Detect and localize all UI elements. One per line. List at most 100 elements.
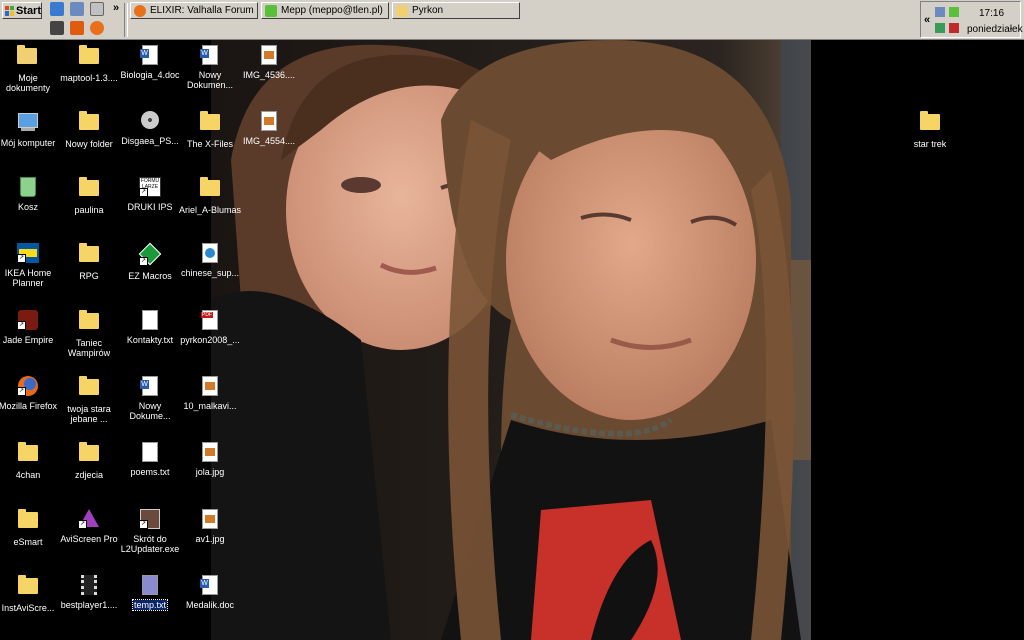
folder-4chan[interactable]: 4chan <box>0 442 61 480</box>
antivirus-icon[interactable] <box>949 23 959 33</box>
biologia-doc-file[interactable]: W Biologia_4.doc <box>117 45 183 80</box>
folder-icon <box>920 111 940 130</box>
tlen-messenger-icon <box>265 4 277 17</box>
word-document-icon: W <box>199 575 221 595</box>
torrent-icon[interactable] <box>70 21 84 35</box>
word-document-icon: W <box>139 45 161 65</box>
disc-image-icon <box>139 111 161 131</box>
av1-jpg-file[interactable]: av1.jpg <box>177 509 243 544</box>
taskbar-window-mepp[interactable]: Mepp (meppo@tlen.pl) <box>261 2 389 19</box>
jola-jpg-file[interactable]: jola.jpg <box>177 442 243 477</box>
folder-icon <box>79 310 99 329</box>
folder-icon <box>79 376 99 395</box>
image-file-icon <box>258 45 280 65</box>
text-file-icon <box>139 575 161 595</box>
folder-icon <box>79 45 99 64</box>
clock-time[interactable]: 17:16 <box>979 8 1004 19</box>
recycle-bin-shortcut[interactable]: Kosz <box>0 177 61 212</box>
text-file-icon <box>139 442 161 462</box>
temp-txt-file[interactable]: temp.txt <box>117 575 183 611</box>
folder-nowy-folder[interactable]: Nowy folder <box>56 111 122 149</box>
bestplayer-file[interactable]: bestplayer1.... <box>56 575 122 610</box>
my-documents-icon <box>17 45 37 64</box>
mozilla-firefox-shortcut[interactable]: ↗ Mozilla Firefox <box>0 376 61 411</box>
start-label: Start <box>15 4 41 17</box>
folder-esmart[interactable]: eSmart <box>0 509 61 547</box>
img-4554-file[interactable]: IMG_4554.... <box>236 111 302 146</box>
ez-macros-icon: ↗ <box>138 242 162 266</box>
browser-icon[interactable] <box>50 2 64 16</box>
image-file-icon <box>199 442 221 462</box>
taskbar-window-elixir[interactable]: ELIXIR: Valhalla Forum :: ... <box>130 2 258 19</box>
folder-ariel[interactable]: Ariel_A-Blumas <box>177 177 243 215</box>
image-file-icon <box>199 376 221 396</box>
folder-twoja-stara[interactable]: twoja stara jebane ... <box>56 376 122 424</box>
folder-icon <box>18 442 38 461</box>
kontakty-txt-file[interactable]: Kontakty.txt <box>117 310 183 345</box>
pyrkon2008-pdf-file[interactable]: PDF pyrkon2008_... <box>177 310 243 345</box>
my-documents-shortcut[interactable]: Moje dokumenty <box>0 45 61 93</box>
image-file-icon <box>258 111 280 131</box>
tray-expand-button[interactable]: « <box>924 14 930 26</box>
game-icon[interactable] <box>50 21 64 35</box>
system-tray: « 17:16 poniedziałek <box>920 1 1023 38</box>
pdf-icon: PDF <box>199 310 221 330</box>
druki-ips-shortcut[interactable]: FORMU LARZE ↗ DRUKI IPS <box>117 177 183 212</box>
folder-icon <box>79 442 99 461</box>
quick-launch <box>50 2 112 38</box>
my-computer-shortcut[interactable]: Mój komputer <box>0 111 61 148</box>
firefox-icon[interactable] <box>90 21 104 35</box>
media-player-icon[interactable] <box>90 2 104 16</box>
l2updater-icon: ↗ <box>139 509 161 529</box>
medalik-doc-file[interactable]: W Medalik.doc <box>177 575 243 610</box>
folder-icon <box>18 509 38 528</box>
folder-taniec-wampirow[interactable]: Taniec Wampirów <box>56 310 122 358</box>
ikea-icon: ↗ <box>17 243 39 263</box>
folder-icon <box>396 4 408 17</box>
folder-rpg[interactable]: RPG <box>56 243 122 281</box>
clock-day: poniedziałek <box>967 24 1023 35</box>
aviscreen-icon: ↗ <box>78 509 100 529</box>
start-button[interactable]: Start <box>2 2 42 19</box>
jade-empire-shortcut[interactable]: ↗ Jade Empire <box>0 310 61 345</box>
text-file-icon <box>139 310 161 330</box>
volume-icon[interactable] <box>935 23 945 33</box>
folder-icon <box>200 177 220 196</box>
computer-icon <box>17 113 39 133</box>
windows-logo-icon <box>5 5 14 16</box>
nowy-dokumen-file[interactable]: W Nowy Dokumen... <box>177 45 243 90</box>
film-icon <box>78 575 100 595</box>
disgaea-file[interactable]: Disgaea_PS... <box>117 111 183 146</box>
folder-instaviscre[interactable]: InstAviScre... <box>0 575 61 613</box>
network-icon[interactable] <box>935 7 945 17</box>
folder-star-trek[interactable]: star trek <box>897 111 963 149</box>
word-document-icon: W <box>139 376 161 396</box>
taskbar-separator <box>124 3 128 37</box>
taskbar-window-pyrkon[interactable]: Pyrkon <box>392 2 520 19</box>
folder-zdjecia[interactable]: zdjecia <box>56 442 122 480</box>
l2updater-shortcut[interactable]: ↗ Skrót do L2Updater.exe <box>117 509 183 554</box>
folder-the-x-files[interactable]: The X-Files <box>177 111 243 149</box>
image-file-icon <box>199 509 221 529</box>
taskbar: Start » ELIXIR: Valhalla Forum :: ... Me… <box>0 0 1024 40</box>
poems-txt-file[interactable]: poems.txt <box>117 442 183 477</box>
nowy-dokument-file[interactable]: W Nowy Dokume... <box>117 376 183 421</box>
forms-icon: FORMU LARZE ↗ <box>139 177 161 197</box>
chinese-sup-file[interactable]: chinese_sup... <box>177 243 243 278</box>
ez-macros-shortcut[interactable]: ↗ EZ Macros <box>117 242 183 281</box>
word-document-icon: W <box>199 45 221 65</box>
desktop-icon[interactable] <box>70 2 84 16</box>
folder-maptool[interactable]: maptool-1.3.... <box>56 45 122 83</box>
malkavi-image-file[interactable]: 10_malkavi... <box>177 376 243 411</box>
messenger-icon[interactable] <box>949 7 959 17</box>
ikea-home-planner-shortcut[interactable]: ↗ IKEA Home Planner <box>0 243 61 288</box>
quick-launch-overflow[interactable]: » <box>113 2 119 14</box>
firefox-icon <box>134 4 146 17</box>
aviscreen-pro-shortcut[interactable]: ↗ AviScreen Pro <box>56 509 122 544</box>
recycle-bin-icon <box>17 177 39 197</box>
jade-empire-icon: ↗ <box>17 310 39 330</box>
media-file-icon <box>199 243 221 263</box>
img-4536-file[interactable]: IMG_4536.... <box>236 45 302 80</box>
firefox-icon: ↗ <box>17 376 39 396</box>
folder-paulina[interactable]: paulina <box>56 177 122 215</box>
